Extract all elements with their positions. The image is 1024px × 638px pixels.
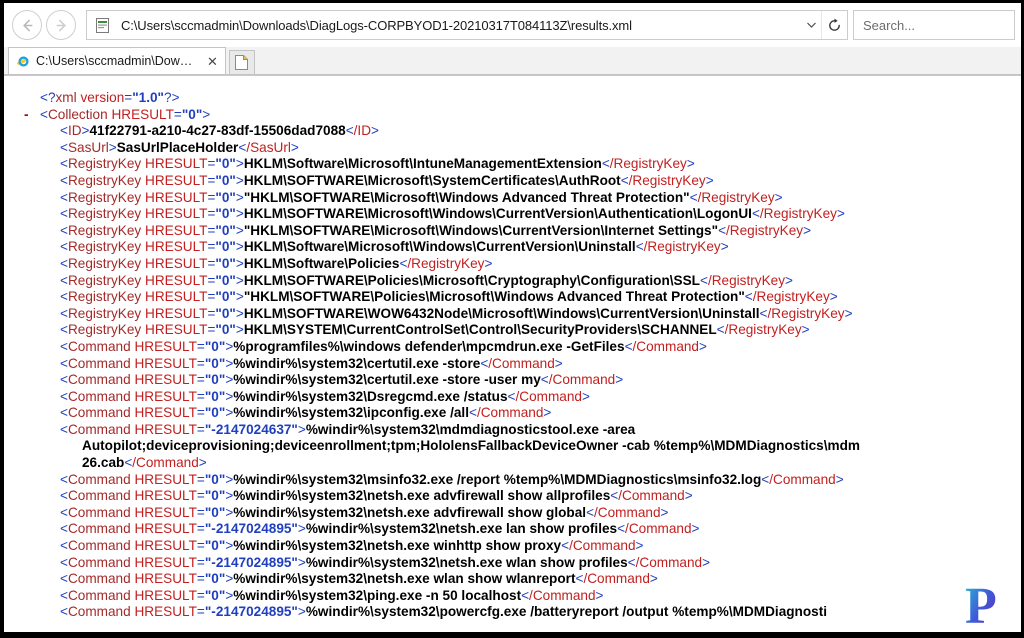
- xml-line: <RegistryKey HRESULT="0">"HKLM\SOFTWARE\…: [60, 189, 783, 205]
- xml-line: <RegistryKey HRESULT="0">HKLM\SOFTWARE\M…: [60, 206, 845, 222]
- xml-line: <Command HRESULT="0">%windir%\system32\i…: [60, 405, 552, 421]
- xml-line: 26.cab</Command>: [82, 455, 207, 471]
- address-bar[interactable]: C:\Users\sccmadmin\Downloads\DiagLogs-CO…: [86, 10, 848, 40]
- chevron-down-icon[interactable]: [801, 11, 821, 39]
- browser-chrome: C:\Users\sccmadmin\Downloads\DiagLogs-CO…: [4, 3, 1021, 76]
- xml-line: <Command HRESULT="-2147024895">%windir%\…: [60, 521, 700, 537]
- tab-strip: C:\Users\sccmadmin\Downl.. ✕: [4, 47, 1021, 75]
- xml-line: <RegistryKey HRESULT="0">HKLM\Software\M…: [60, 156, 695, 172]
- internet-explorer-icon: [15, 53, 31, 69]
- xml-line: <RegistryKey HRESULT="0">HKLM\SOFTWARE\W…: [60, 305, 853, 321]
- address-input[interactable]: C:\Users\sccmadmin\Downloads\DiagLogs-CO…: [113, 18, 801, 33]
- forward-arrow-icon: [55, 19, 66, 31]
- xml-line: <Command HRESULT="0">%windir%\system32\n…: [60, 571, 658, 587]
- xml-line: <Command HRESULT="0">%windir%\system32\n…: [60, 504, 669, 520]
- navigation-bar: C:\Users\sccmadmin\Downloads\DiagLogs-CO…: [4, 3, 1021, 47]
- xml-line: <Command HRESULT="-2147024637">%windir%\…: [60, 421, 636, 437]
- xml-line: <RegistryKey HRESULT="0">"HKLM\SOFTWARE\…: [60, 222, 812, 238]
- xml-line: <RegistryKey HRESULT="0">HKLM\SOFTWARE\P…: [60, 272, 793, 288]
- xml-line: <ID>41f22791-a210-4c27-83df-15506dad7088…: [60, 123, 379, 139]
- xml-line: <RegistryKey HRESULT="0">HKLM\SYSTEM\Cur…: [60, 322, 810, 338]
- xml-line: <Command HRESULT="0">%programfiles%\wind…: [60, 338, 707, 354]
- xml-line: <Command HRESULT="0">%windir%\system32\p…: [60, 587, 604, 603]
- window-bottom-edge: [4, 632, 1021, 635]
- tab-title: C:\Users\sccmadmin\Downl..: [36, 54, 196, 68]
- xml-line: <SasUrl>SasUrlPlaceHolder</SasUrl>: [60, 139, 299, 155]
- back-button[interactable]: [12, 10, 42, 40]
- new-tab-icon: [235, 55, 249, 70]
- xml-file-icon: [91, 10, 113, 40]
- new-tab-button[interactable]: [228, 50, 255, 74]
- xml-line: <RegistryKey HRESULT="0">"HKLM\SOFTWARE\…: [60, 289, 838, 305]
- browser-tab[interactable]: C:\Users\sccmadmin\Downl.. ✕: [8, 47, 226, 74]
- refresh-icon[interactable]: [821, 11, 847, 39]
- xml-document-view[interactable]: <?xml version="1.0"?> - <Collection HRESUL…: [4, 76, 1021, 635]
- browser-window: C:\Users\sccmadmin\Downloads\DiagLogs-CO…: [0, 0, 1024, 638]
- xml-line: <?xml version="1.0"?>: [40, 90, 180, 105]
- xml-line: <RegistryKey HRESULT="0">HKLM\Software\P…: [60, 255, 493, 271]
- search-input[interactable]: Search...: [854, 18, 915, 33]
- xml-line: <Command HRESULT="-2147024895">%windir%\…: [60, 554, 711, 570]
- back-arrow-icon: [22, 19, 33, 31]
- xml-line: <Command HRESULT="0">%windir%\system32\m…: [60, 471, 844, 487]
- xml-line: <Command HRESULT="-2147024895">%windir%\…: [60, 604, 828, 620]
- xml-line: <Command HRESULT="0">%windir%\system32\n…: [60, 488, 693, 504]
- xml-line: <Command HRESULT="0">%windir%\system32\D…: [60, 388, 590, 404]
- xml-line: <Command HRESULT="0">%windir%\system32\n…: [60, 538, 644, 554]
- xml-line: Autopilot;deviceprovisioning;deviceenrol…: [82, 438, 860, 454]
- forward-button[interactable]: [46, 10, 76, 40]
- close-icon[interactable]: ✕: [204, 55, 221, 68]
- xml-line: <Command HRESULT="0">%windir%\system32\c…: [60, 372, 624, 388]
- xml-line: - <Collection HRESULT="0">: [24, 106, 211, 124]
- collapse-toggle[interactable]: -: [24, 107, 29, 124]
- xml-line: <Command HRESULT="0">%windir%\system32\c…: [60, 355, 563, 371]
- search-box[interactable]: Search...: [853, 10, 1015, 40]
- xml-content: <?xml version="1.0"?> - <Collection HRESUL…: [4, 90, 1021, 621]
- xml-line: <RegistryKey HRESULT="0">HKLM\SOFTWARE\M…: [60, 172, 714, 188]
- xml-line: <RegistryKey HRESULT="0">HKLM\Software\M…: [60, 239, 729, 255]
